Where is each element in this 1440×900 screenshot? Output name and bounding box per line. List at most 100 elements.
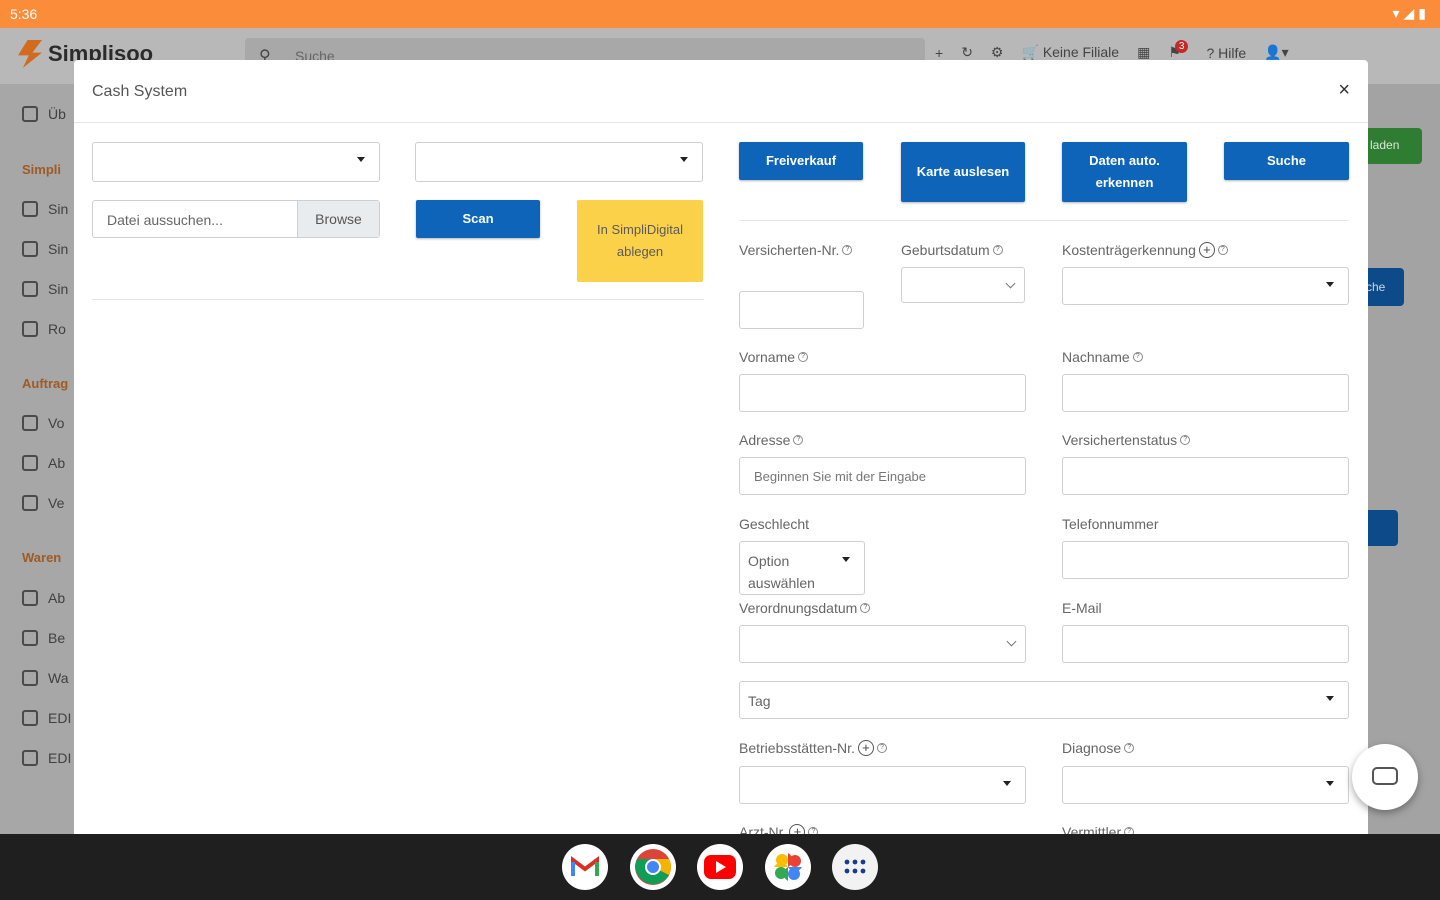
help-label: Hilfe — [1218, 44, 1247, 61]
modal-divider — [74, 122, 1368, 123]
chrome-icon[interactable] — [630, 844, 676, 890]
gmail-icon[interactable] — [562, 844, 608, 890]
vorname-field[interactable] — [739, 374, 1026, 412]
background-green-button[interactable]: laden — [1360, 128, 1422, 164]
add-icon[interactable]: + — [789, 824, 806, 834]
caret-down-icon — [1326, 781, 1334, 786]
daten-auto-erkennen-button[interactable]: Daten auto. erkennen — [1062, 142, 1187, 202]
add-icon[interactable]: + — [935, 45, 943, 61]
geburtsdatum-field[interactable] — [901, 267, 1025, 303]
freiverkauf-button[interactable]: Freiverkauf — [739, 142, 863, 180]
tag-select[interactable]: Tag — [739, 681, 1349, 719]
email-label: E-Mail — [1062, 600, 1102, 616]
close-icon[interactable]: × — [1338, 79, 1350, 102]
box-icon — [22, 630, 38, 646]
email-field[interactable] — [1062, 625, 1349, 663]
suche-button[interactable]: Suche — [1224, 142, 1349, 180]
sidebar-section: Simpli — [22, 162, 62, 177]
versicherten-nr-field[interactable] — [739, 291, 864, 329]
info-icon: ? — [1217, 245, 1228, 255]
diagnose-label: Diagnose? — [1062, 740, 1135, 756]
telefonnummer-field[interactable] — [1062, 541, 1349, 579]
browse-button[interactable]: Browse — [297, 201, 379, 237]
notifications-icon[interactable]: ⚑3 — [1168, 40, 1189, 61]
sidebar-item[interactable]: Vo — [22, 415, 64, 431]
sidebar-overview[interactable]: Üb — [22, 106, 66, 122]
settings-icon[interactable]: ⚙ — [991, 44, 1004, 61]
sidebar-item[interactable]: Sin — [22, 281, 68, 297]
caret-down-icon — [1003, 781, 1011, 786]
sidebar-item[interactable]: EDI — [22, 710, 71, 726]
caret-down-icon — [1326, 696, 1334, 701]
info-icon: ? — [808, 827, 819, 834]
app-launcher-icon[interactable] — [832, 844, 878, 890]
calendar-icon[interactable]: ▦ — [1137, 44, 1150, 61]
wifi-icon: ▾ — [1392, 5, 1400, 21]
store-simplidigital-button[interactable]: In SimpliDigital ablegen — [577, 200, 703, 282]
vorname-label: Vorname? — [739, 349, 809, 365]
sidebar-item[interactable]: Wa — [22, 670, 68, 686]
nachname-label: Nachname? — [1062, 349, 1143, 365]
caret-down-icon — [1326, 282, 1334, 287]
verordnungsdatum-field[interactable] — [739, 625, 1026, 663]
arzt-nr-label: Arzt-Nr. +? — [739, 824, 819, 834]
android-taskbar — [0, 834, 1440, 900]
info-icon: ? — [842, 245, 853, 255]
add-icon[interactable]: + — [1198, 242, 1215, 258]
karte-auslesen-button[interactable]: Karte auslesen — [901, 142, 1025, 202]
info-icon: ? — [798, 352, 809, 362]
help-button[interactable]: ? Hilfe — [1206, 45, 1246, 61]
adresse-field[interactable]: Beginnen Sie mit der Eingabe — [739, 457, 1026, 495]
refresh-icon[interactable]: ↻ — [961, 44, 973, 61]
left-select-2[interactable] — [415, 142, 703, 182]
sidebar-item[interactable]: Ve — [22, 495, 64, 511]
left-divider — [92, 299, 704, 300]
status-time: 5:36 — [10, 6, 38, 22]
sidebar-item[interactable]: Sin — [22, 201, 68, 217]
sidebar-item[interactable]: Be — [22, 630, 65, 646]
photos-icon[interactable] — [765, 844, 811, 890]
info-icon: ? — [876, 743, 887, 753]
grid-icon — [22, 106, 38, 122]
caret-down-icon — [357, 157, 365, 162]
verordnungsdatum-label: Verordnungsdatum? — [739, 600, 871, 616]
diagnose-select[interactable] — [1062, 766, 1349, 804]
sidebar-item[interactable]: Ro — [22, 321, 66, 337]
file-input[interactable]: Datei aussuchen... Browse — [92, 200, 380, 238]
betriebsstaetten-select[interactable] — [739, 766, 1026, 804]
geburtsdatum-label: Geburtsdatum? — [901, 242, 1003, 258]
sidebar-item[interactable]: EDI — [22, 750, 71, 766]
vermittler-label: Vermittler? — [1062, 824, 1135, 834]
box-icon — [22, 455, 38, 471]
caret-down-icon — [842, 557, 850, 562]
youtube-icon[interactable] — [697, 844, 743, 890]
modal-title: Cash System — [92, 83, 188, 100]
box-icon — [22, 590, 38, 606]
branch-label: Keine Filiale — [1042, 44, 1120, 60]
versichertenstatus-field[interactable] — [1062, 457, 1349, 495]
caret-down-icon — [680, 157, 688, 162]
scan-button[interactable]: Scan — [416, 200, 540, 238]
app-toolbar: + ↻ ⚙ 🛒 Keine Filiale ▦ ⚑3 ? Hilfe 👤▾ — [935, 40, 1289, 61]
sidebar-item[interactable]: Ab — [22, 590, 65, 606]
branch-selector[interactable]: 🛒 Keine Filiale — [1021, 44, 1119, 61]
info-icon: ? — [992, 245, 1003, 255]
sidebar-section: Auftrag — [22, 376, 69, 391]
nachname-field[interactable] — [1062, 374, 1349, 412]
notification-badge: 3 — [1174, 40, 1189, 53]
left-select-1[interactable] — [92, 142, 380, 182]
box-icon — [22, 750, 38, 766]
chevron-down-icon — [1006, 636, 1017, 647]
file-input-placeholder: Datei aussuchen... — [107, 212, 223, 228]
add-icon[interactable]: + — [857, 740, 874, 756]
chat-button[interactable] — [1352, 744, 1418, 810]
kostentraeger-select[interactable] — [1062, 267, 1349, 305]
sidebar-item[interactable]: Sin — [22, 241, 68, 257]
sidebar-item[interactable]: Ab — [22, 455, 65, 471]
user-icon[interactable]: 👤▾ — [1264, 44, 1288, 61]
box-icon — [22, 495, 38, 511]
box-icon — [22, 321, 38, 337]
geschlecht-select[interactable]: Option auswählen — [739, 541, 865, 595]
info-icon: ? — [1124, 827, 1135, 834]
info-icon: ? — [1180, 435, 1191, 445]
